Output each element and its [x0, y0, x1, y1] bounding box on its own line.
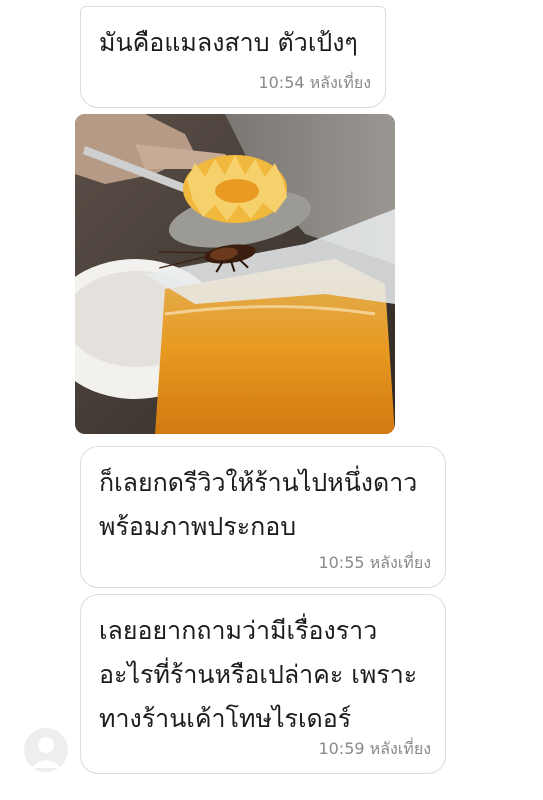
photo-image	[75, 114, 395, 434]
message-timestamp: 10:54 หลังเที่ยง	[258, 73, 371, 92]
photo-message[interactable]	[75, 114, 395, 434]
sender-avatar[interactable]	[24, 728, 68, 772]
message-timestamp: 10:59 หลังเที่ยง	[318, 739, 431, 758]
message-text: ก็เลยกดรีวิวให้ร้านไปหนึ่งดาว พร้อมภาพปร…	[99, 468, 418, 541]
message-bubble[interactable]: เลยอยากถามว่ามีเรื่องราว อะไรที่ร้านหรือ…	[80, 594, 446, 774]
message-timestamp: 10:55 หลังเที่ยง	[318, 553, 431, 572]
message-text: เลยอยากถามว่ามีเรื่องราว อะไรที่ร้านหรือ…	[99, 616, 418, 733]
user-silhouette-icon	[31, 737, 61, 768]
message-bubble[interactable]: ก็เลยกดรีวิวให้ร้านไปหนึ่งดาว พร้อมภาพปร…	[80, 446, 446, 588]
message-text: มันคือแมลงสาบ ตัวเป้งๆ	[99, 28, 358, 57]
message-bubble[interactable]: มันคือแมลงสาบ ตัวเป้งๆ 10:54 หลังเที่ยง	[80, 6, 386, 108]
